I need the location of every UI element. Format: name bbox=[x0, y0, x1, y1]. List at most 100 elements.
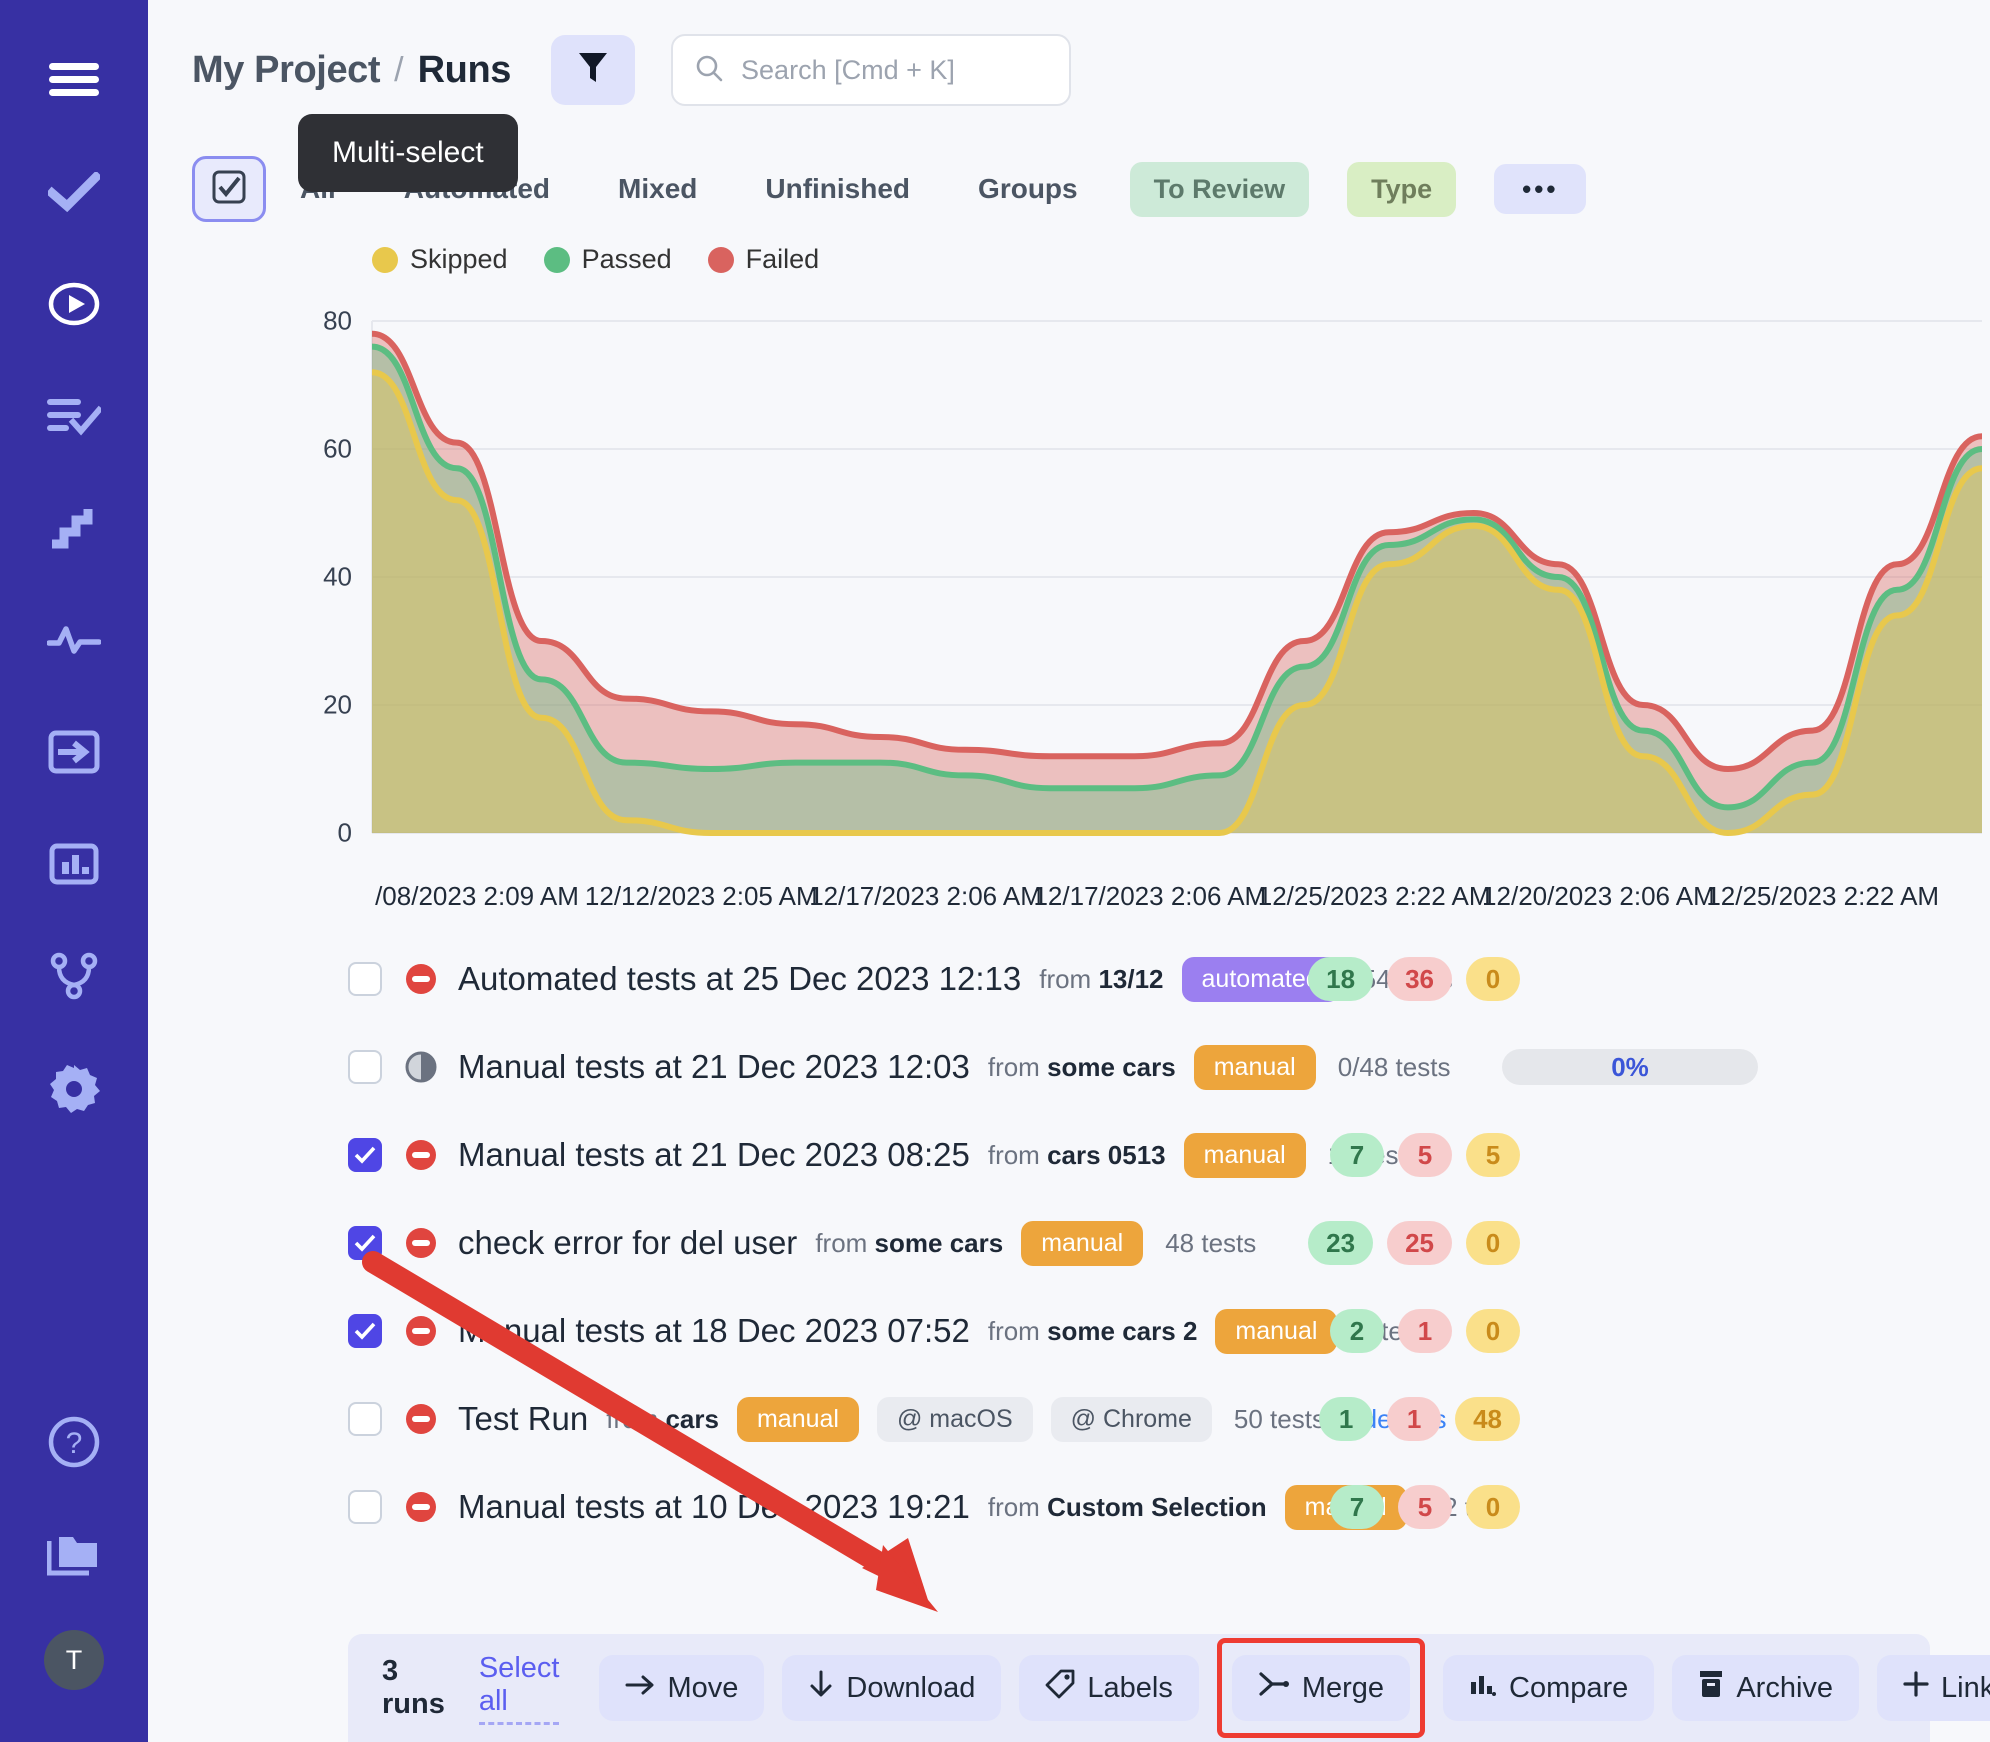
check-icon bbox=[48, 172, 100, 212]
archive-icon bbox=[1698, 1669, 1724, 1707]
search-box[interactable] bbox=[671, 34, 1072, 106]
merge-button[interactable]: Merge bbox=[1231, 1655, 1411, 1721]
run-row[interactable]: Manual tests at 10 Dec 2023 19:21 from Cu… bbox=[148, 1463, 1990, 1551]
tab-mixed[interactable]: Mixed bbox=[584, 173, 731, 205]
chip-to-review[interactable]: To Review bbox=[1129, 161, 1310, 217]
run-source: from cars bbox=[606, 1403, 719, 1434]
run-stat-failed: 5 bbox=[1398, 1133, 1452, 1177]
select-all-link[interactable]: Select all bbox=[478, 1652, 560, 1725]
run-checkbox[interactable] bbox=[348, 1490, 382, 1524]
sidebar-item-menu[interactable] bbox=[38, 44, 110, 116]
chart-x-tick: /08/2023 2:09 AM bbox=[375, 881, 579, 911]
run-checkbox[interactable] bbox=[348, 962, 382, 996]
run-title[interactable]: Manual tests at 10 Dec 2023 19:21 bbox=[458, 1488, 970, 1526]
download-button[interactable]: Download bbox=[782, 1655, 1002, 1721]
run-test-count: 50 tests bbox=[1233, 1403, 1325, 1434]
chart-x-tick: 12/12/2023 2:05 AM bbox=[584, 881, 818, 911]
run-row[interactable]: Manual tests at 21 Dec 2023 12:03 from so… bbox=[148, 1023, 1990, 1111]
run-row[interactable]: check error for del user from some cars ma… bbox=[148, 1199, 1990, 1287]
run-stats: 1 1 48 bbox=[1319, 1397, 1520, 1441]
arrow-down-icon bbox=[808, 1670, 834, 1706]
arrow-right-icon bbox=[625, 1672, 655, 1705]
run-title[interactable]: Test Run bbox=[458, 1400, 588, 1438]
run-stat-failed: 5 bbox=[1398, 1485, 1452, 1529]
sidebar-item-integrations[interactable] bbox=[38, 940, 110, 1012]
multi-select-button[interactable] bbox=[192, 156, 266, 222]
run-type-tag[interactable]: manual bbox=[1183, 1132, 1306, 1178]
filter-button[interactable] bbox=[551, 35, 636, 105]
status-failed-icon bbox=[404, 1314, 438, 1348]
avatar[interactable]: T bbox=[44, 1630, 104, 1690]
run-checkbox[interactable] bbox=[348, 1050, 382, 1084]
run-row[interactable]: Test Run from cars manual @ macOS @ Chrome 50… bbox=[148, 1375, 1990, 1463]
run-stat-skipped: 0 bbox=[1466, 1221, 1520, 1265]
sidebar-item-projects[interactable] bbox=[38, 1518, 110, 1590]
run-row[interactable]: Manual tests at 21 Dec 2023 08:25 from ca… bbox=[148, 1111, 1990, 1199]
list-check-icon bbox=[47, 396, 101, 436]
compare-button[interactable]: Compare bbox=[1443, 1655, 1655, 1721]
run-checkbox[interactable] bbox=[348, 1138, 382, 1172]
sidebar-item-activity[interactable] bbox=[38, 604, 110, 676]
run-stats: 210 bbox=[1330, 1309, 1520, 1353]
archive-button[interactable]: Archive bbox=[1672, 1655, 1860, 1721]
run-stats: 18 36 0 bbox=[1308, 957, 1520, 1001]
branch-icon bbox=[50, 952, 98, 1000]
chart-icon bbox=[1469, 1670, 1497, 1706]
breadcrumb-project[interactable]: My Project bbox=[192, 49, 381, 92]
run-type-tag[interactable]: manual bbox=[736, 1396, 859, 1442]
run-stats: 23 25 0 bbox=[1308, 1221, 1520, 1265]
link-button-label: Link bbox=[1941, 1671, 1990, 1704]
run-type-tag[interactable]: manual bbox=[1021, 1220, 1144, 1266]
status-failed-icon bbox=[404, 1490, 438, 1524]
run-title[interactable]: Manual tests at 21 Dec 2023 12:03 bbox=[458, 1048, 970, 1086]
run-environment-tag[interactable]: @ Chrome bbox=[1050, 1396, 1212, 1442]
sidebar-item-steps[interactable] bbox=[38, 492, 110, 564]
run-row[interactable]: Automated tests at 25 Dec 2023 12:13 from… bbox=[148, 935, 1990, 1023]
run-type-tag[interactable]: manual bbox=[1193, 1044, 1316, 1090]
tab-bar: All Automated Mixed Unfinished Groups To… bbox=[148, 106, 1990, 222]
chart-x-tick: 12/17/2023 2:06 AM bbox=[809, 881, 1042, 911]
tab-unfinished[interactable]: Unfinished bbox=[731, 173, 944, 205]
sidebar-item-plans[interactable] bbox=[38, 380, 110, 452]
chip-type[interactable]: Type bbox=[1347, 161, 1457, 217]
sidebar-item-settings[interactable] bbox=[38, 1052, 110, 1124]
sidebar-item-import[interactable] bbox=[38, 716, 110, 788]
run-title[interactable]: Manual tests at 21 Dec 2023 08:25 bbox=[458, 1136, 970, 1174]
run-source: from some cars 2 bbox=[987, 1315, 1198, 1346]
tab-groups[interactable]: Groups bbox=[944, 173, 1112, 205]
multi-select-tooltip: Multi-select bbox=[298, 114, 518, 192]
run-checkbox[interactable] bbox=[348, 1402, 382, 1436]
search-input[interactable] bbox=[741, 54, 1048, 86]
run-title[interactable]: Automated tests at 25 Dec 2023 12:13 bbox=[458, 960, 1021, 998]
svg-text:?: ? bbox=[66, 1427, 83, 1460]
chart-x-axis: /08/2023 2:09 AM 12/12/2023 2:05 AM 12/17/… bbox=[192, 867, 1990, 919]
move-button[interactable]: Move bbox=[599, 1655, 765, 1721]
sidebar-item-reports[interactable] bbox=[38, 828, 110, 900]
chart-x-tick: 12/25/2023 2:22 AM bbox=[1257, 881, 1491, 911]
run-stat-passed: 23 bbox=[1308, 1221, 1374, 1265]
run-source: from some cars bbox=[987, 1051, 1176, 1082]
run-row[interactable]: Manual tests at 18 Dec 2023 07:52 from so… bbox=[148, 1287, 1990, 1375]
legend-dot-passed bbox=[543, 246, 570, 273]
download-button-label: Download bbox=[846, 1671, 976, 1704]
legend-dot-skipped bbox=[372, 246, 398, 273]
sidebar-item-runs[interactable] bbox=[38, 268, 110, 340]
run-type-tag[interactable]: manual bbox=[1215, 1308, 1338, 1354]
legend-label-failed: Failed bbox=[745, 244, 820, 274]
run-checkbox[interactable] bbox=[348, 1314, 382, 1348]
labels-button[interactable]: Labels bbox=[1019, 1655, 1199, 1721]
help-icon: ? bbox=[48, 1416, 100, 1468]
run-stat-passed: 1 bbox=[1319, 1397, 1374, 1441]
run-stat-failed: 1 bbox=[1387, 1397, 1442, 1441]
run-checkbox[interactable] bbox=[348, 1226, 382, 1260]
sidebar-item-test-cases[interactable] bbox=[38, 156, 110, 228]
more-options-button[interactable]: ••• bbox=[1494, 164, 1587, 214]
run-environment-tag[interactable]: @ macOS bbox=[876, 1396, 1033, 1442]
sidebar-item-help[interactable]: ? bbox=[38, 1406, 110, 1478]
link-button[interactable]: Link bbox=[1877, 1655, 1990, 1721]
run-title[interactable]: check error for del user bbox=[458, 1224, 797, 1262]
run-title[interactable]: Manual tests at 18 Dec 2023 07:52 bbox=[458, 1312, 970, 1350]
page-header: My Project / Runs bbox=[148, 0, 1990, 106]
run-source: from cars 0513 bbox=[987, 1139, 1166, 1170]
run-stat-skipped: 0 bbox=[1466, 1309, 1520, 1353]
